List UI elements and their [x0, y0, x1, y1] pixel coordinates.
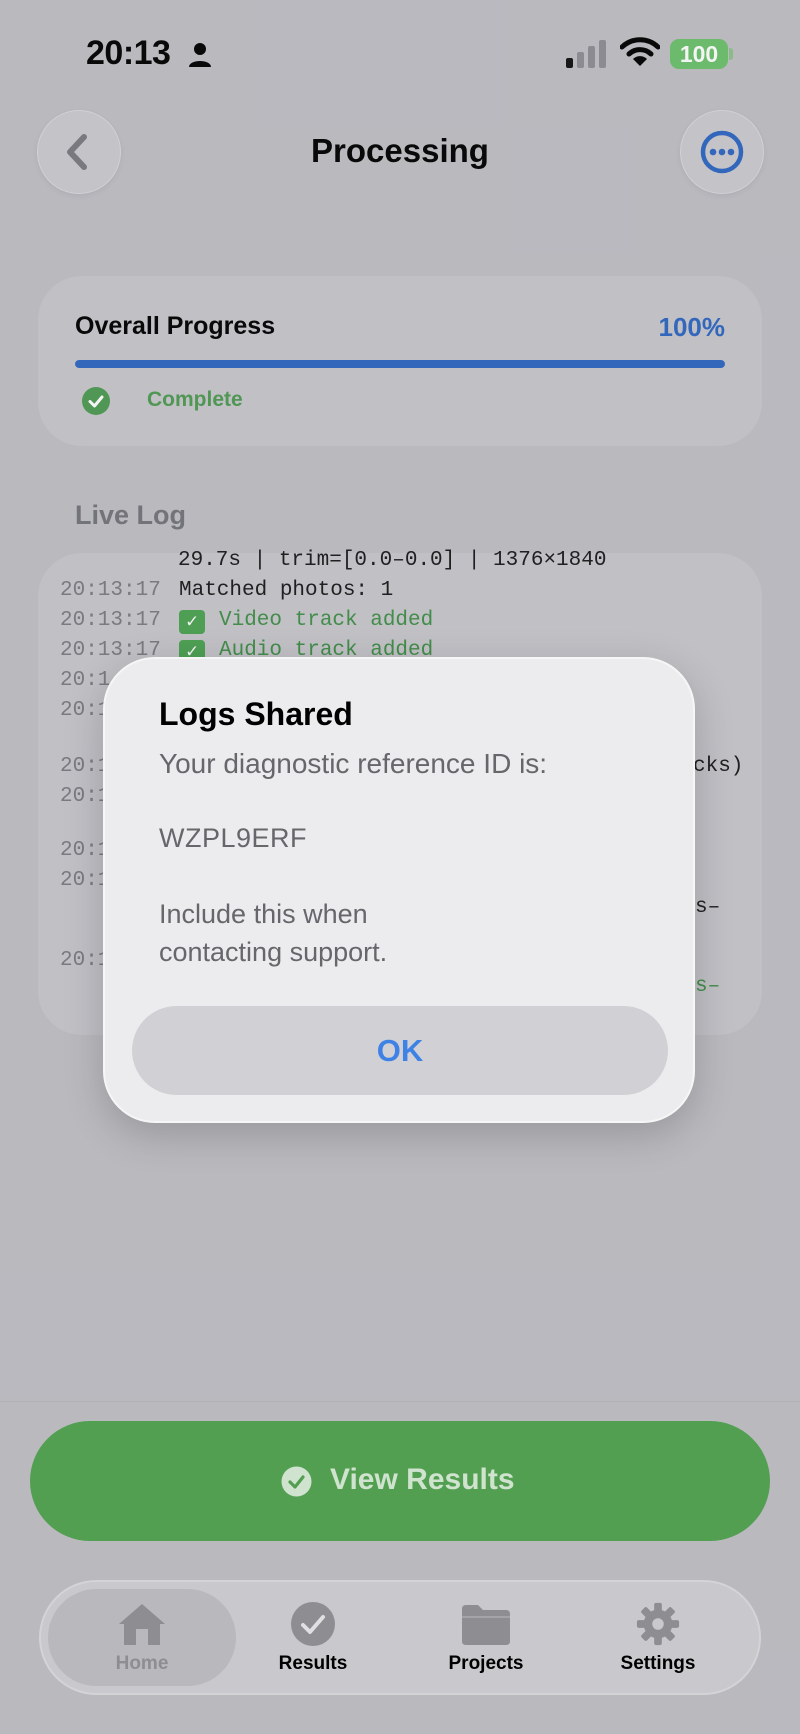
alert-title: Logs Shared [159, 696, 353, 732]
ok-button[interactable]: OK [132, 1006, 668, 1095]
tab-settings[interactable]: Settings [583, 1601, 733, 1675]
alert-note: Include this when contacting support. [159, 899, 388, 967]
tab-home[interactable]: Home [67, 1601, 217, 1675]
tab-results[interactable]: Results [238, 1601, 388, 1675]
house-icon [119, 1604, 165, 1645]
checkmark-circle-icon [291, 1602, 335, 1646]
checkmark-circle-icon [281, 1466, 312, 1497]
folder-icon [462, 1605, 510, 1645]
reference-id: WZPL9ERF [159, 823, 308, 853]
tab-projects[interactable]: Projects [411, 1601, 561, 1675]
view-results-label: View Results [330, 1463, 515, 1496]
alert-message: Your diagnostic reference ID is: [159, 748, 548, 779]
tab-label: Results [278, 1653, 348, 1674]
tab-label: Settings [620, 1653, 696, 1674]
divider [0, 1401, 800, 1402]
tab-label: Projects [448, 1653, 524, 1674]
tab-label: Home [115, 1653, 169, 1674]
gear-icon [636, 1602, 680, 1646]
